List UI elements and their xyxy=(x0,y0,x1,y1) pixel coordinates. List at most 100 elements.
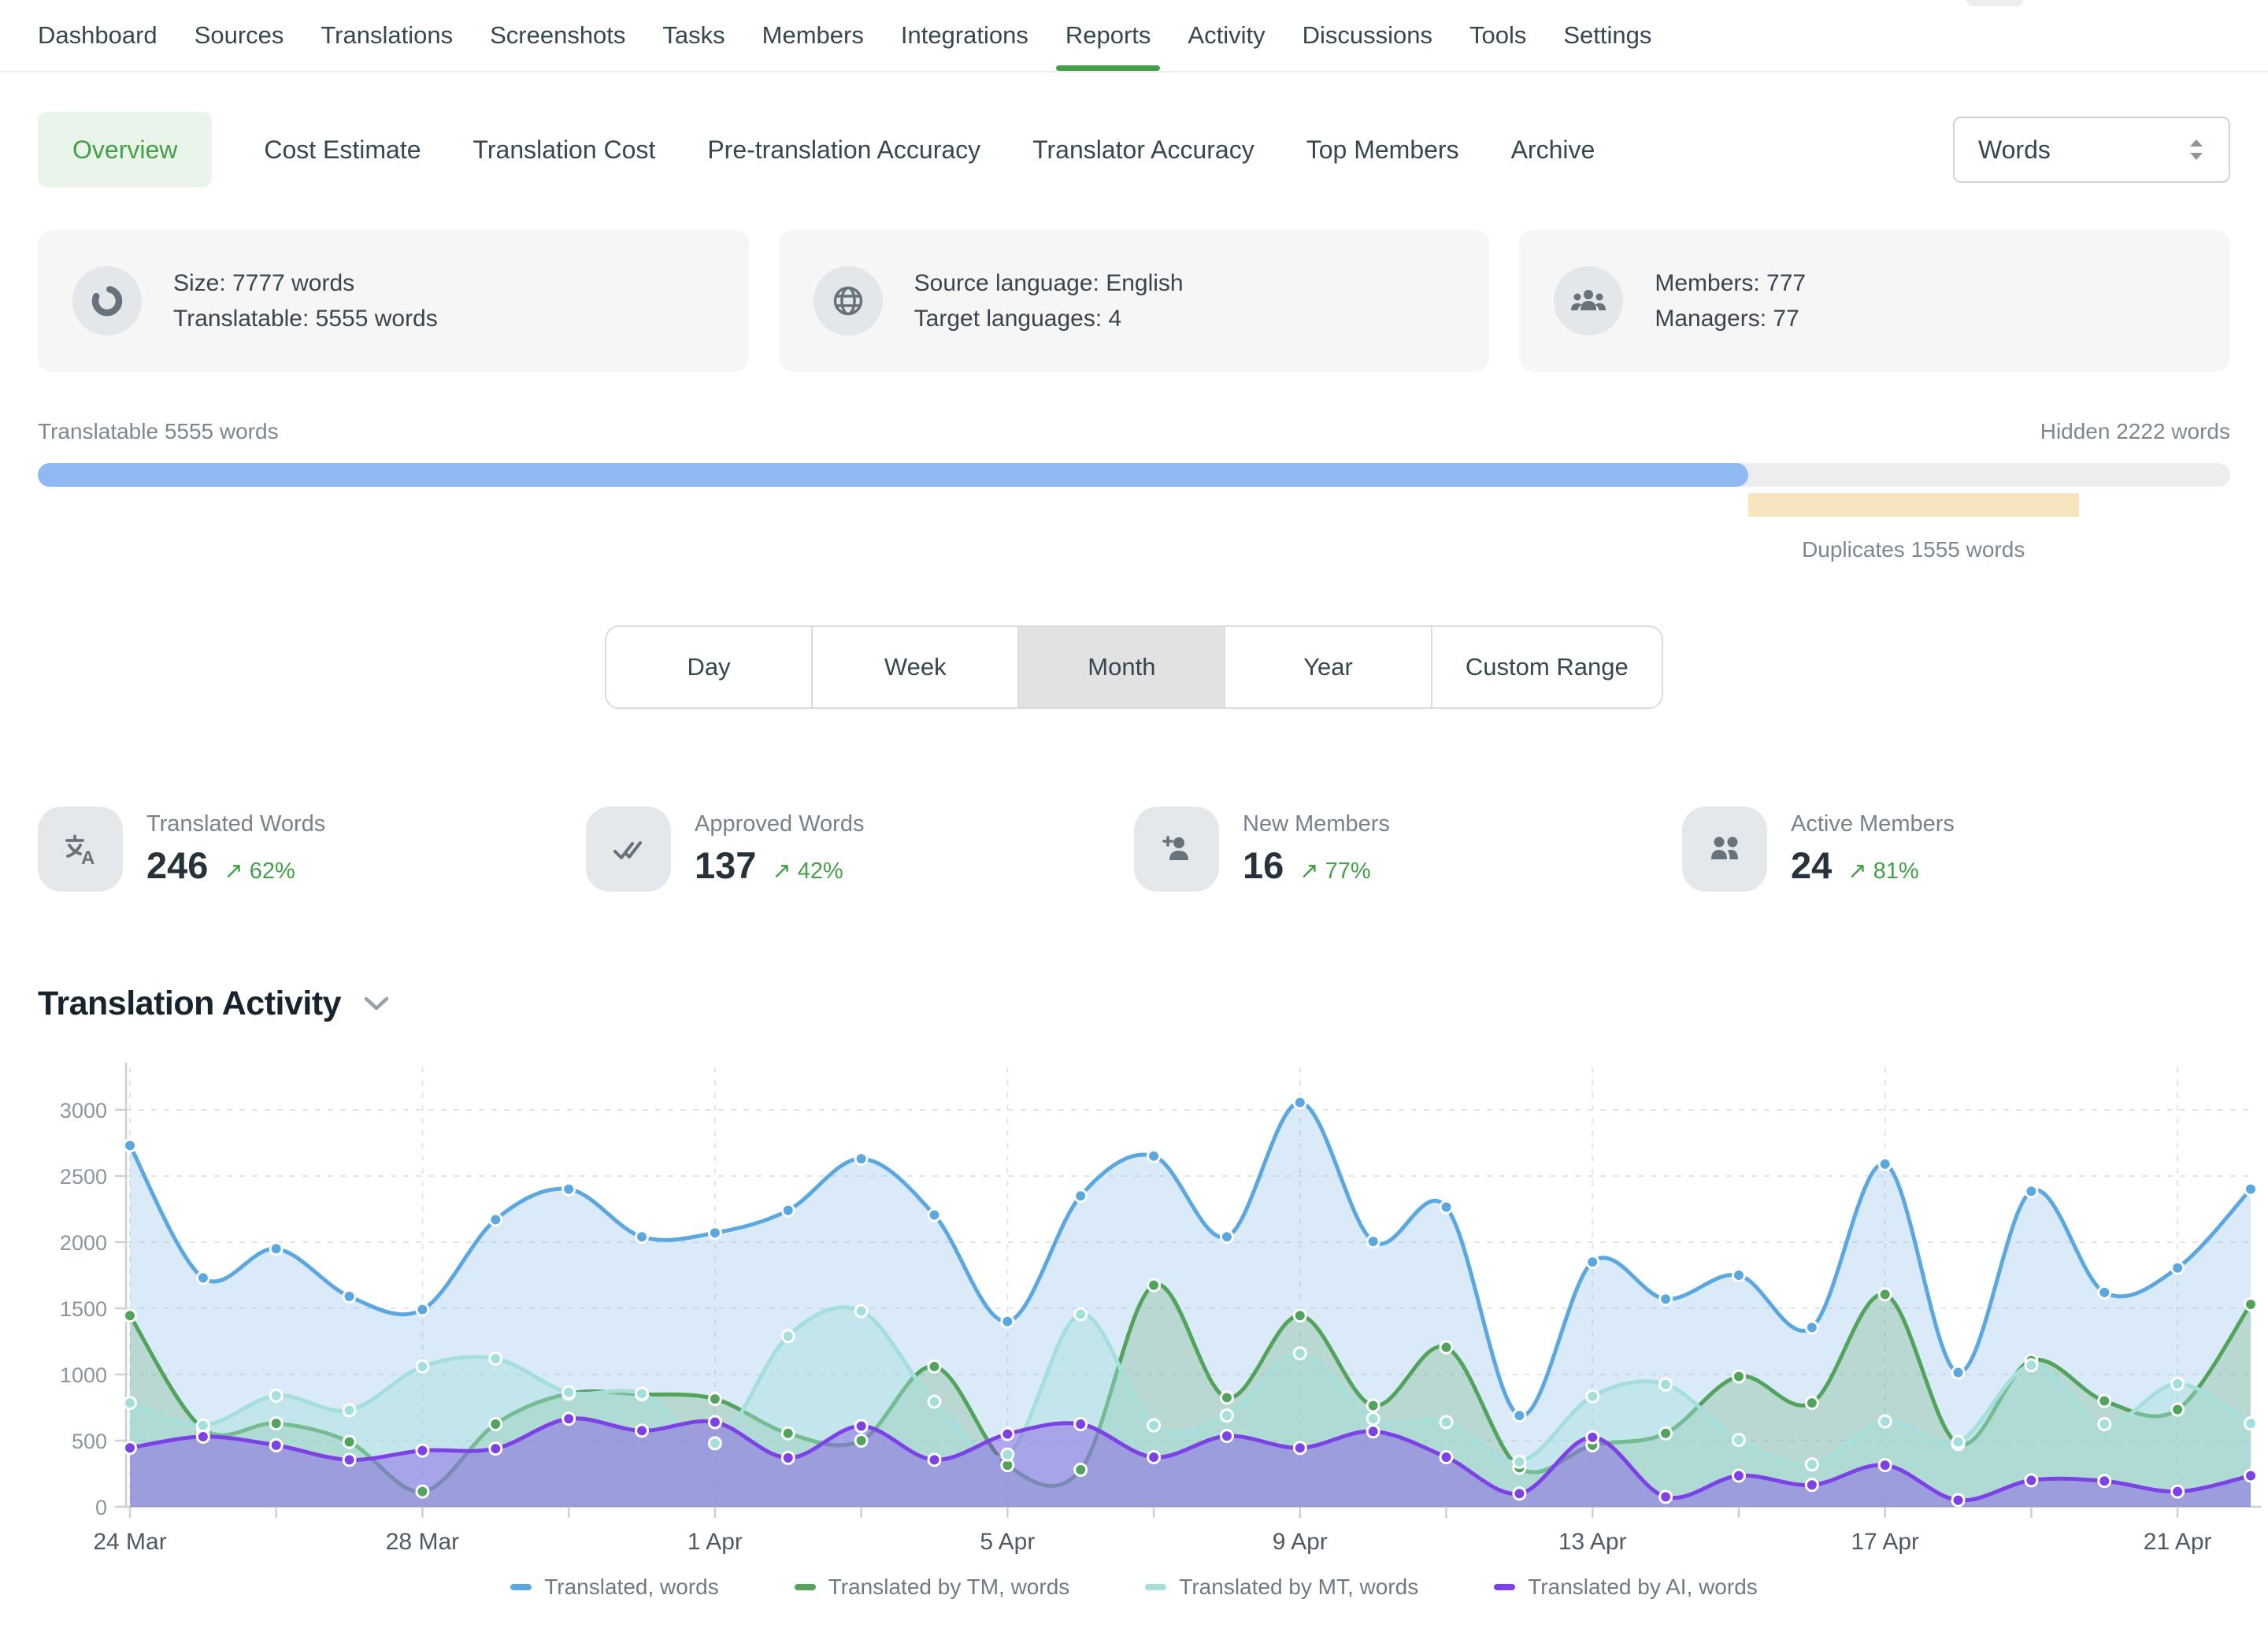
chevron-down-icon[interactable] xyxy=(363,996,390,1012)
summary-card-members: Members: 777 Managers: 77 xyxy=(1519,230,2230,372)
range-tab-year[interactable]: Year xyxy=(1225,627,1432,707)
metric-value: 137 xyxy=(695,844,756,887)
nav-item-members[interactable]: Members xyxy=(762,0,864,71)
chart-legend: Translated, words Translated by TM, word… xyxy=(0,1570,2268,1604)
tab-top-members[interactable]: Top Members xyxy=(1306,135,1459,165)
nav-item-screenshots[interactable]: Screenshots xyxy=(490,0,625,71)
tab-overview[interactable]: Overview xyxy=(38,112,212,187)
tab-pretranslation-accuracy[interactable]: Pre-translation Accuracy xyxy=(707,135,980,165)
metric-approved-words: Approved Words 137 ↗ 42% xyxy=(586,807,1134,892)
nav-item-activity[interactable]: Activity xyxy=(1188,0,1265,71)
legend-label: Translated by MT, words xyxy=(1179,1575,1418,1600)
legend-item-ai[interactable]: Translated by AI, words xyxy=(1494,1575,1758,1600)
tab-translation-cost[interactable]: Translation Cost xyxy=(473,135,656,165)
people-pair-icon xyxy=(1682,807,1767,892)
svg-text:3000: 3000 xyxy=(60,1099,107,1122)
tab-archive[interactable]: Archive xyxy=(1511,135,1595,165)
nav-item-discussions[interactable]: Discussions xyxy=(1303,0,1432,71)
svg-text:13 Apr: 13 Apr xyxy=(1558,1529,1627,1555)
person-add-icon xyxy=(1134,807,1219,892)
metric-label: Translated Words xyxy=(146,811,325,837)
tab-translator-accuracy[interactable]: Translator Accuracy xyxy=(1032,135,1254,165)
duplicates-bar xyxy=(1748,493,2079,517)
activity-chart: 05001000150020002500300024 Mar28 Mar1 Ap… xyxy=(0,1034,2268,1570)
range-tab-month[interactable]: Month xyxy=(1019,627,1225,707)
svg-text:24 Mar: 24 Mar xyxy=(93,1529,166,1555)
summary-card-size: Size: 7777 words Translatable: 5555 word… xyxy=(38,230,749,372)
legend-swatch xyxy=(510,1584,532,1590)
svg-text:0: 0 xyxy=(95,1496,107,1519)
nav-item-reports[interactable]: Reports xyxy=(1065,0,1151,71)
legend-item-mt[interactable]: Translated by MT, words xyxy=(1145,1575,1418,1600)
legend-label: Translated, words xyxy=(544,1575,719,1600)
double-check-icon xyxy=(586,807,671,892)
legend-swatch xyxy=(1494,1584,1515,1590)
translatable-label: Translatable 5555 words xyxy=(38,419,279,444)
nav-item-tools[interactable]: Tools xyxy=(1469,0,1526,71)
progress-track xyxy=(38,463,2230,487)
range-tabs: Day Week Month Year Custom Range xyxy=(605,625,1663,709)
summary-card-languages: Source language: English Target language… xyxy=(779,230,1490,372)
metric-delta: ↗ 77% xyxy=(1299,857,1370,885)
sort-arrows-icon xyxy=(2188,137,2205,162)
activity-section-header: Translation Activity xyxy=(38,985,2230,1023)
metric-value: 16 xyxy=(1243,844,1284,887)
nav-item-integrations[interactable]: Integrations xyxy=(901,0,1028,71)
svg-text:1000: 1000 xyxy=(60,1363,107,1387)
tab-cost-estimate[interactable]: Cost Estimate xyxy=(264,135,421,165)
nav-item-settings[interactable]: Settings xyxy=(1563,0,1651,71)
svg-text:9 Apr: 9 Apr xyxy=(1273,1529,1328,1555)
translatable-line: Translatable: 5555 words xyxy=(173,301,438,336)
svg-text:1 Apr: 1 Apr xyxy=(687,1529,743,1555)
metric-new-members: New Members 16 ↗ 77% xyxy=(1134,807,1682,892)
reports-page: Dashboard Sources Translations Screensho… xyxy=(0,0,2268,1647)
top-nav: Dashboard Sources Translations Screensho… xyxy=(0,0,2268,72)
summary-cards: Size: 7777 words Translatable: 5555 word… xyxy=(38,230,2230,372)
members-line: Members: 777 xyxy=(1655,265,1806,301)
legend-swatch xyxy=(1145,1584,1166,1590)
unit-select[interactable]: Words xyxy=(1953,117,2230,183)
donut-icon xyxy=(72,266,142,336)
legend-label: Translated by TM, words xyxy=(828,1575,1070,1600)
hidden-label: Hidden 2222 words xyxy=(2040,419,2230,444)
svg-text:2000: 2000 xyxy=(60,1231,107,1255)
metric-translated-words: A Translated Words 246 ↗ 62% xyxy=(38,807,586,892)
metric-active-members: Active Members 24 ↗ 81% xyxy=(1682,807,2230,892)
target-languages-line: Target languages: 4 xyxy=(914,301,1184,336)
legend-item-tm[interactable]: Translated by TM, words xyxy=(795,1575,1070,1600)
duplicates-label: Duplicates 1555 words xyxy=(1802,537,2025,562)
nav-item-tasks[interactable]: Tasks xyxy=(662,0,724,71)
svg-text:28 Mar: 28 Mar xyxy=(386,1529,459,1555)
range-tab-day[interactable]: Day xyxy=(606,627,813,707)
svg-text:21 Apr: 21 Apr xyxy=(2144,1529,2212,1555)
words-progress: Translatable 5555 words Hidden 2222 word… xyxy=(38,419,2230,558)
section-title: Translation Activity xyxy=(38,985,341,1023)
svg-text:5 Apr: 5 Apr xyxy=(980,1529,1035,1555)
svg-text:17 Apr: 17 Apr xyxy=(1851,1529,1919,1555)
range-tab-custom-range[interactable]: Custom Range xyxy=(1432,627,1662,707)
nav-item-translations[interactable]: Translations xyxy=(321,0,453,71)
metric-delta: ↗ 42% xyxy=(772,857,843,885)
cutoff-toolbar-sliver xyxy=(1966,0,2023,6)
metric-delta: ↗ 62% xyxy=(224,857,295,885)
nav-item-sources[interactable]: Sources xyxy=(195,0,284,71)
legend-item-translated[interactable]: Translated, words xyxy=(510,1575,719,1600)
metric-value: 24 xyxy=(1791,844,1832,887)
svg-text:2500: 2500 xyxy=(60,1165,107,1189)
unit-select-value: Words xyxy=(1978,135,2051,165)
globe-icon xyxy=(813,266,883,336)
metric-value: 246 xyxy=(146,844,208,887)
translate-icon: A xyxy=(38,807,123,892)
report-subnav: Overview Cost Estimate Translation Cost … xyxy=(38,112,2230,187)
svg-text:500: 500 xyxy=(72,1430,107,1453)
metric-label: New Members xyxy=(1243,811,1390,837)
legend-label: Translated by AI, words xyxy=(1528,1575,1758,1600)
range-tab-week[interactable]: Week xyxy=(813,627,1019,707)
metric-label: Active Members xyxy=(1791,811,1955,837)
managers-line: Managers: 77 xyxy=(1655,301,1806,336)
size-line: Size: 7777 words xyxy=(173,265,438,301)
metric-delta: ↗ 81% xyxy=(1847,857,1918,885)
svg-text:A: A xyxy=(81,848,94,868)
people-trio-icon xyxy=(1554,266,1623,336)
nav-item-dashboard[interactable]: Dashboard xyxy=(38,0,158,71)
